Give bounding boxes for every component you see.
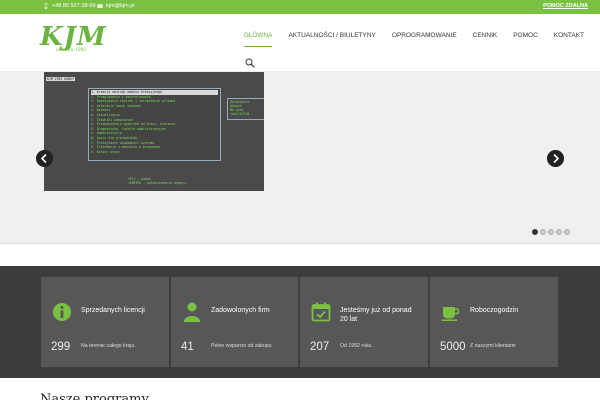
slider-dot[interactable] xyxy=(564,229,570,235)
slider-dot[interactable] xyxy=(548,229,554,235)
calendar-icon xyxy=(311,302,331,322)
stat-number: 299 xyxy=(51,341,71,353)
terminal-header: KJM 1992 KADRY xyxy=(46,77,75,81)
nav-item-help[interactable]: POMOC xyxy=(505,30,546,42)
stat-number: 5000 xyxy=(440,341,466,353)
stat-licenses: Sprzedanych licencji 299 Na terenie całe… xyxy=(41,277,169,367)
email-address[interactable]: kjm@kjm.pl xyxy=(106,3,135,9)
stat-description: Na terenie całego kraju. xyxy=(81,343,136,349)
phone-contact: +48 89 527-38-69 xyxy=(43,3,96,9)
nav-item-software[interactable]: OPROGRAMOWANIE xyxy=(384,30,465,42)
logo-mark: KJM xyxy=(40,22,107,52)
slider-next-button[interactable] xyxy=(547,150,564,167)
stat-title: Sprzedanych licencji xyxy=(81,307,145,314)
hero-slider: KJM 1992 KADRY 1. Kreacja obsługi modułu… xyxy=(0,72,600,244)
user-icon xyxy=(184,302,200,322)
programs-section: Nasze programy xyxy=(0,378,600,400)
stat-number: 41 xyxy=(181,341,194,353)
terminal-side-panel: Ustawienia danych Ma wpis <shift>F10 xyxy=(227,98,264,120)
slider-prev-button[interactable] xyxy=(36,150,53,167)
stat-description: Z naszymi klientami xyxy=(470,343,516,349)
nav-item-contact[interactable]: KONTAKT xyxy=(546,30,592,42)
slider-dot[interactable] xyxy=(540,229,546,235)
top-bar: +48 89 527-38-69 kjm@kjm.pl POMOC ZDALNA xyxy=(0,0,600,14)
nav-item-pricing[interactable]: CENNIK xyxy=(465,30,506,42)
slider-dot[interactable] xyxy=(556,229,562,235)
header: KJM od roku 1992 GŁÓWNA AKTUALNOŚCI / BI… xyxy=(0,14,600,72)
terminal-footer: <F1> - pomoc <ENTER> - potwierdzenie wyb… xyxy=(128,177,186,185)
info-icon xyxy=(53,303,71,321)
stat-hours: Roboczogodzin 5000 Z naszymi klientami xyxy=(430,277,558,367)
stats-section: Sprzedanych licencji 299 Na terenie całe… xyxy=(0,266,600,378)
logo[interactable]: KJM od roku 1992 xyxy=(40,24,110,60)
terminal-side-line: <shift>F10 xyxy=(230,112,250,116)
main-nav: GŁÓWNA AKTUALNOŚCI / BIULETYNY OPROGRAMO… xyxy=(236,30,592,47)
stat-years: Jesteśmy już od ponad 20 lat 207 Od 1992… xyxy=(300,277,428,367)
nav-item-news[interactable]: AKTUALNOŚCI / BIULETYNY xyxy=(280,30,383,42)
nav-item-home[interactable]: GŁÓWNA xyxy=(236,30,281,47)
section-heading: Nasze programy xyxy=(40,392,149,400)
terminal-footer-line: <ENTER> - potwierdzenie wyboru xyxy=(128,181,186,185)
email-contact[interactable]: kjm@kjm.pl xyxy=(97,3,135,9)
stat-companies: Zadowolonych firm 41 Pełne wsparcie od z… xyxy=(171,277,298,367)
phone-number: +48 89 527-38-69 xyxy=(52,3,96,9)
stat-title: Roboczogodzin xyxy=(470,307,519,314)
stat-number: 207 xyxy=(310,341,330,353)
phone-icon xyxy=(44,3,48,9)
stat-title: Jesteśmy już od ponad 20 lat xyxy=(340,307,412,323)
terminal-menu-row: E. Koniec pracy xyxy=(91,149,120,154)
search-icon[interactable] xyxy=(245,58,255,68)
stat-description: Pełne wsparcie od zakupu xyxy=(211,343,272,349)
terminal-menu: 1. Kreacja obsługi modułu kreacyjnego 2.… xyxy=(88,88,221,161)
coffee-icon xyxy=(442,307,460,321)
slider-pagination xyxy=(532,229,570,235)
envelope-icon xyxy=(97,4,103,8)
stat-description: Od 1992 roku. xyxy=(340,343,373,349)
stat-title: Zadowolonych firm xyxy=(211,307,270,314)
slide-terminal-screenshot: KJM 1992 KADRY 1. Kreacja obsługi modułu… xyxy=(44,72,264,191)
slider-dot[interactable] xyxy=(532,229,538,235)
remote-help-link[interactable]: POMOC ZDALNA xyxy=(543,3,588,9)
